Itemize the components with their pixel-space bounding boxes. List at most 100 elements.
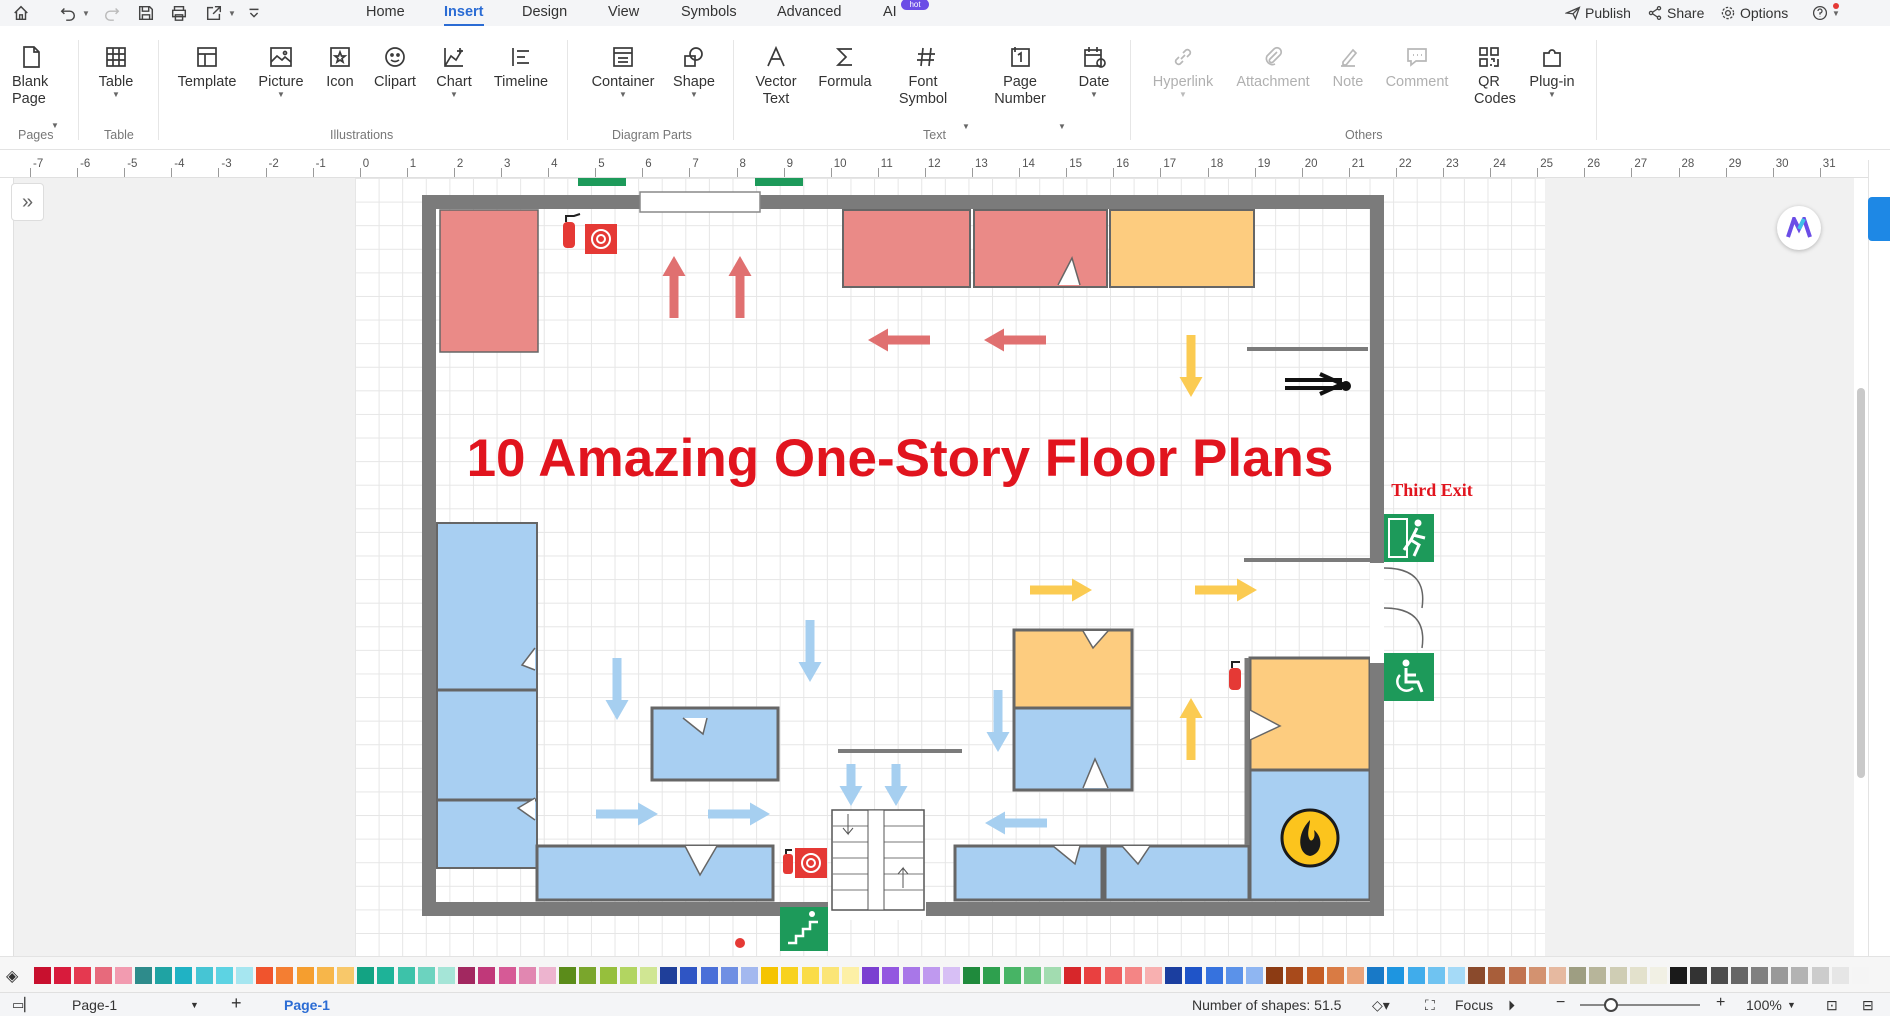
color-swatch[interactable] [316, 967, 334, 984]
ai-assistant-button[interactable] [1777, 206, 1821, 250]
color-swatch[interactable] [1852, 967, 1869, 984]
add-page-icon[interactable]: + [231, 993, 242, 1014]
share-button[interactable]: Share [1647, 0, 1704, 26]
room-blue[interactable] [535, 844, 775, 902]
color-swatch[interactable] [842, 967, 859, 984]
color-swatch[interactable] [1670, 967, 1688, 984]
room-blue[interactable] [1012, 706, 1134, 792]
color-swatch[interactable] [1791, 967, 1809, 984]
shape-button[interactable]: Shape ▼ [672, 44, 716, 99]
color-swatch[interactable] [518, 967, 536, 984]
tab-design[interactable]: Design [522, 0, 567, 26]
color-swatch[interactable] [700, 967, 718, 984]
color-swatch[interactable] [1225, 967, 1243, 984]
timeline-button[interactable]: Timeline [491, 44, 551, 91]
play-icon[interactable]: ⏵ [1508, 997, 1515, 1014]
color-swatch[interactable] [1448, 967, 1465, 984]
color-swatch[interactable] [114, 967, 132, 984]
export-icon[interactable] [203, 2, 225, 24]
color-swatch[interactable] [559, 967, 577, 984]
color-swatch[interactable] [1730, 967, 1748, 984]
color-swatch[interactable] [902, 967, 920, 984]
icon-button[interactable]: Icon [322, 44, 358, 91]
color-swatch[interactable] [498, 967, 516, 984]
color-swatch[interactable] [1751, 967, 1768, 984]
color-swatch[interactable] [781, 967, 799, 984]
room-orange[interactable] [1109, 209, 1255, 288]
color-swatch[interactable] [135, 967, 152, 984]
color-swatch[interactable] [1367, 967, 1385, 984]
undo-dropdown-icon[interactable]: ▼ [82, 9, 90, 18]
attachment-button[interactable]: Attachment [1233, 44, 1313, 91]
page-tab[interactable]: Page-1 [284, 997, 330, 1013]
color-swatch[interactable] [1710, 967, 1728, 984]
chart-button[interactable]: Chart ▼ [434, 44, 474, 99]
plugin-button[interactable]: Plug-in ▼ [1526, 44, 1578, 99]
color-swatch[interactable] [1629, 967, 1647, 984]
right-panel-tab[interactable] [1868, 197, 1890, 241]
container-button[interactable]: Container ▼ [588, 44, 658, 99]
color-swatch[interactable] [963, 967, 981, 984]
hyperlink-button[interactable]: Hyperlink ▼ [1148, 44, 1218, 99]
zoom-slider[interactable] [1580, 1004, 1700, 1006]
room-blue[interactable] [1103, 844, 1251, 902]
color-swatch[interactable] [1589, 967, 1607, 984]
save-icon[interactable] [135, 2, 157, 24]
color-swatch[interactable] [539, 967, 556, 984]
table-button[interactable]: Table ▼ [96, 44, 136, 99]
color-swatch[interactable] [741, 967, 758, 984]
color-swatch[interactable] [357, 967, 375, 984]
color-swatch[interactable] [1205, 967, 1223, 984]
color-swatch[interactable] [1104, 967, 1122, 984]
focus-icon[interactable]: ⛶ [1425, 997, 1435, 1014]
color-swatch[interactable] [1165, 967, 1183, 984]
color-swatch[interactable] [983, 967, 1001, 984]
color-swatch[interactable] [599, 967, 617, 984]
formula-button[interactable]: Formula [817, 44, 873, 91]
color-swatch[interactable] [1831, 967, 1849, 984]
color-swatch[interactable] [195, 967, 213, 984]
color-swatch[interactable] [1266, 967, 1284, 984]
color-swatch[interactable] [1427, 967, 1445, 984]
color-swatch[interactable] [1609, 967, 1627, 984]
color-swatch[interactable] [680, 967, 698, 984]
color-swatch[interactable] [862, 967, 880, 984]
color-swatch[interactable] [1569, 967, 1587, 984]
color-swatch[interactable] [619, 967, 637, 984]
page-panel-icon[interactable]: ▭▏ [12, 997, 34, 1013]
clipart-button[interactable]: Clipart [372, 44, 418, 91]
focus-label[interactable]: Focus [1455, 997, 1493, 1013]
third-exit-label[interactable]: Third Exit [1391, 480, 1473, 500]
fit-width-icon[interactable]: ⊟ [1862, 997, 1874, 1014]
color-swatch[interactable] [761, 967, 779, 984]
color-swatch[interactable] [720, 967, 738, 984]
room-orange[interactable] [1012, 628, 1134, 710]
layers-icon[interactable]: ◇▾ [1372, 997, 1390, 1014]
color-swatch[interactable] [175, 967, 193, 984]
color-swatch[interactable] [54, 967, 72, 984]
color-swatch[interactable] [1326, 967, 1344, 984]
color-swatch[interactable] [1003, 967, 1021, 984]
room-red[interactable] [439, 209, 539, 353]
color-swatch[interactable] [1124, 967, 1142, 984]
color-swatch[interactable] [922, 967, 940, 984]
color-swatch[interactable] [1650, 967, 1667, 984]
page-select[interactable]: Page-1 [72, 997, 117, 1013]
home-icon[interactable] [10, 2, 32, 24]
date-button[interactable]: Date ▼ [1076, 44, 1112, 99]
color-swatch[interactable] [1811, 967, 1829, 984]
color-swatch[interactable] [74, 967, 92, 984]
font-symbol-button[interactable]: Font Symbol [898, 44, 954, 108]
color-swatch[interactable] [155, 967, 173, 984]
color-swatch[interactable] [1286, 967, 1304, 984]
color-swatch[interactable] [215, 967, 233, 984]
color-swatch[interactable] [1306, 967, 1324, 984]
color-swatch[interactable] [882, 967, 900, 984]
color-swatch[interactable] [640, 967, 657, 984]
color-swatch[interactable] [256, 967, 274, 984]
room-orange[interactable] [1248, 656, 1372, 772]
color-swatch[interactable] [1023, 967, 1041, 984]
vector-text-button[interactable]: Vector Text [753, 44, 799, 108]
color-swatch[interactable] [579, 967, 597, 984]
print-icon[interactable] [168, 2, 190, 24]
